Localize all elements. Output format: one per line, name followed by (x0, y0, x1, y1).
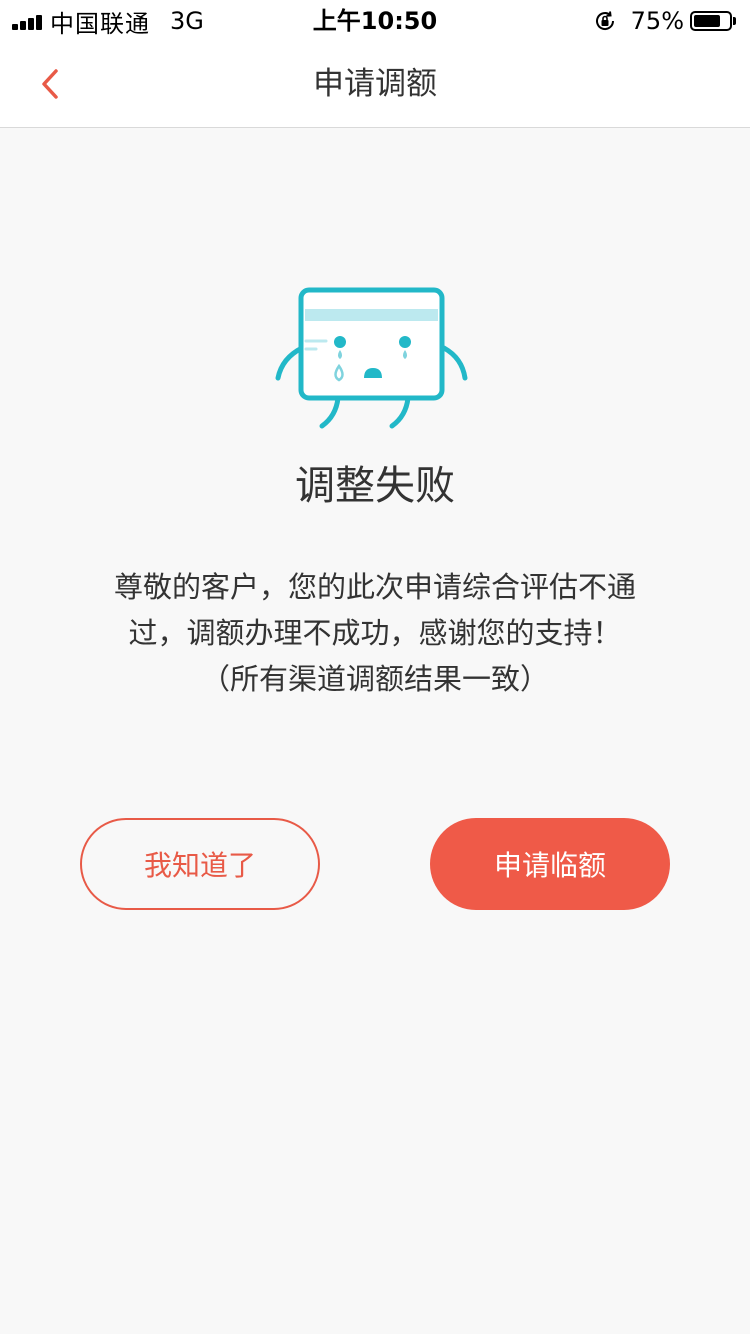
battery-fill (694, 15, 720, 27)
crying-card-icon (275, 287, 468, 429)
battery-percentage: 75% (630, 7, 684, 35)
rotation-lock-icon (595, 11, 614, 30)
acknowledge-button[interactable]: 我知道了 (80, 818, 320, 910)
battery-icon (690, 11, 732, 31)
message-line: 过，调额办理不成功，感谢您的支持！ (128, 616, 622, 650)
message-line: 尊敬的客户，您的此次申请综合评估不通 (113, 570, 636, 604)
result-message: 尊敬的客户，您的此次申请综合评估不通 过，调额办理不成功，感谢您的支持！ （所有… (80, 564, 670, 702)
status-bar: 中国联通 3G 上午10:50 75% (0, 0, 750, 40)
navigation-bar: 申请调额 (0, 40, 750, 128)
apply-temporary-limit-button[interactable]: 申请临额 (430, 818, 670, 910)
result-title: 调整失败 (295, 463, 455, 509)
status-right: 75% (593, 6, 736, 36)
page-title: 申请调额 (313, 66, 437, 102)
battery-tip (733, 17, 736, 25)
message-line: （所有渠道调额结果一致） (200, 662, 549, 696)
